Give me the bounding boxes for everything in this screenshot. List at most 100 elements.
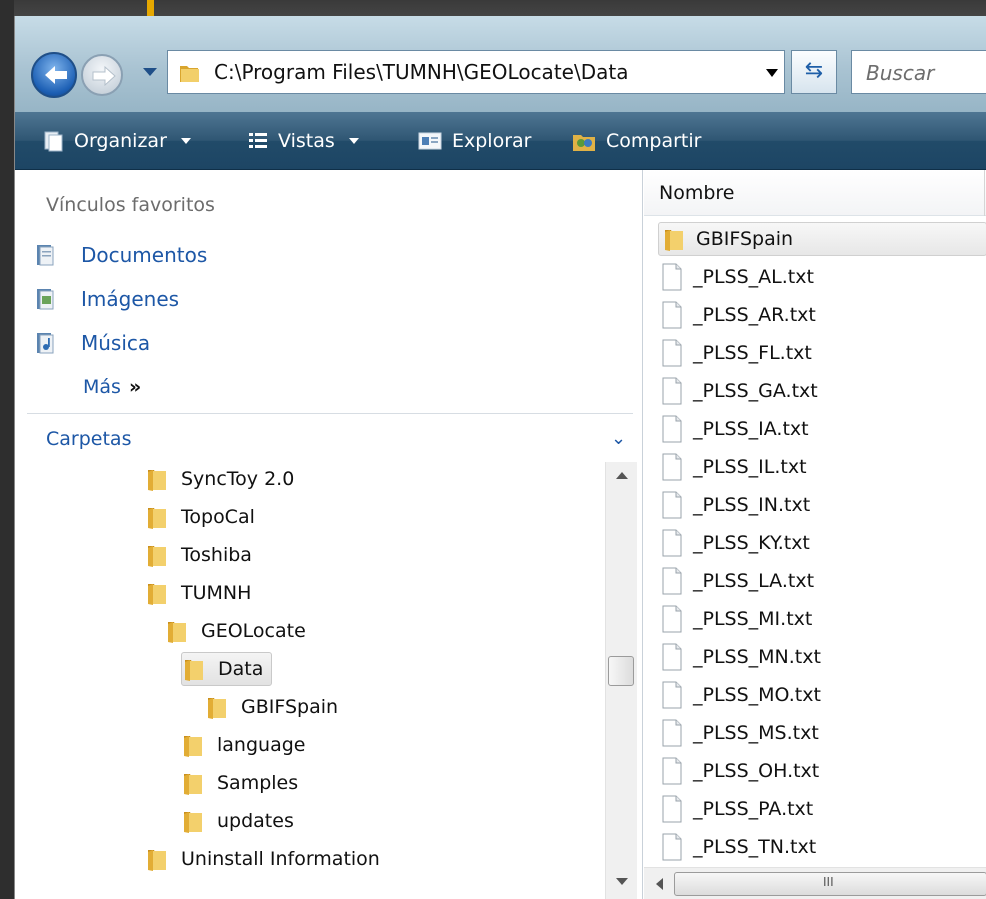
file-name: _PLSS_KY.txt [693,532,810,554]
explore-label: Explorar [452,130,532,152]
folder-row[interactable]: GBIFSpain [658,222,986,256]
address-dropdown-icon[interactable] [766,69,778,77]
documents-icon [37,245,54,266]
column-separator[interactable] [984,170,985,216]
file-row[interactable]: _PLSS_PA.txt [661,792,813,826]
file-row[interactable]: _PLSS_MN.txt [661,640,821,674]
tree-item[interactable]: Toshiba [145,538,252,572]
music-icon [37,333,54,354]
tree-item[interactable]: TopoCal [145,500,255,534]
file-row[interactable]: _PLSS_MI.txt [661,602,812,636]
favorite-music[interactable]: Música [35,328,150,358]
explore-icon [418,132,442,150]
explorer-window: C:\Program Files\TUMNH\GEOLocate\Data ⇆ … [14,16,986,899]
tree-item-label: language [217,734,306,756]
folder-icon [185,660,203,681]
history-dropdown-icon[interactable] [143,68,157,76]
text-file-icon [662,719,682,747]
file-row[interactable]: _PLSS_AL.txt [661,260,814,294]
back-button[interactable] [31,52,77,98]
forward-button[interactable] [81,54,123,96]
file-row[interactable]: _PLSS_TN.txt [661,830,816,864]
column-header-name[interactable]: Nombre [659,182,735,204]
address-field[interactable]: C:\Program Files\TUMNH\GEOLocate\Data [167,50,785,94]
file-row[interactable]: _PLSS_IN.txt [661,488,810,522]
scroll-up-icon[interactable] [616,472,628,479]
tree-item-label: TUMNH [181,582,252,604]
scroll-left-icon[interactable] [656,878,663,890]
refresh-icon: ⇆ [804,58,824,83]
favorite-label: Música [81,331,151,355]
folder-icon [184,812,202,833]
text-file-icon [662,833,682,861]
more-links-button[interactable]: Más » [83,376,141,398]
address-path[interactable]: C:\Program Files\TUMNH\GEOLocate\Data [214,60,628,84]
text-file-icon [662,415,682,443]
file-name: _PLSS_AL.txt [693,266,814,288]
tree-item[interactable]: Data [181,652,273,686]
tree-item[interactable]: GBIFSpain [205,690,338,724]
tree-item[interactable]: updates [181,804,294,838]
text-file-icon [662,453,682,481]
navigation-pane: Vínculos favoritos Documentos Imágenes M… [15,170,643,899]
favorite-pictures[interactable]: Imágenes [35,284,179,314]
favorite-links-header: Vínculos favoritos [46,194,215,216]
vertical-scrollbar[interactable] [605,462,637,899]
text-file-icon [662,757,682,785]
pictures-icon [37,289,54,310]
taskbar-accent [147,0,154,16]
text-file-icon [662,263,682,291]
horizontal-scrollbar[interactable]: III [644,867,986,899]
tree-item[interactable]: SyncToy 2.0 [145,462,294,496]
file-row[interactable]: _PLSS_IL.txt [661,450,807,484]
tree-item[interactable]: TUMNH [145,576,251,610]
text-file-icon [662,643,682,671]
file-row[interactable]: _PLSS_KY.txt [661,526,810,560]
scroll-thumb[interactable]: III [674,872,986,896]
file-name: _PLSS_LA.txt [693,570,815,592]
text-file-icon [662,377,682,405]
chevron-down-icon[interactable]: ⌄ [611,428,626,449]
file-name: _PLSS_OH.txt [693,760,820,782]
tree-item-label: GBIFSpain [241,696,339,718]
text-file-icon [662,795,682,823]
tree-item-label: Samples [217,772,299,794]
tree-item[interactable]: Uninstall Information [145,842,380,876]
folder-icon [148,584,166,605]
organize-label: Organizar [74,130,167,152]
forward-arrow-icon [92,65,116,87]
grip-icon: III [823,875,834,889]
refresh-button[interactable]: ⇆ [791,50,837,94]
file-name: _PLSS_IN.txt [693,494,811,516]
chevron-down-icon [180,138,191,144]
file-row[interactable]: _PLSS_LA.txt [661,564,814,598]
file-row[interactable]: _PLSS_MS.txt [661,716,819,750]
folder-icon [665,230,683,251]
window-left-edge [0,0,14,899]
file-row[interactable]: _PLSS_GA.txt [661,374,818,408]
text-file-icon [662,339,682,367]
file-row[interactable]: _PLSS_OH.txt [661,754,819,788]
file-name: _PLSS_AR.txt [693,304,816,326]
file-row[interactable]: _PLSS_AR.txt [661,298,816,332]
file-row[interactable]: _PLSS_FL.txt [661,336,812,370]
folder-icon [148,470,166,491]
tree-item[interactable]: language [181,728,305,762]
favorite-documents[interactable]: Documentos [35,240,207,270]
tree-item-label: updates [217,810,294,832]
search-input[interactable]: Buscar [851,50,986,94]
file-name: _PLSS_FL.txt [693,342,812,364]
tree-item[interactable]: GEOLocate [165,614,306,648]
scroll-thumb[interactable] [608,656,634,686]
folder-tree: SyncToy 2.0 TopoCal Toshiba TUMNH GEOLocate D… [15,462,643,899]
views-button[interactable]: Vistas [247,126,359,156]
share-button[interactable]: Compartir [571,126,701,156]
file-row[interactable]: _PLSS_IA.txt [661,412,809,446]
file-row[interactable]: _PLSS_MO.txt [661,678,821,712]
organize-button[interactable]: Organizar [41,126,191,156]
tree-item[interactable]: Samples [181,766,298,800]
scroll-down-icon[interactable] [616,878,628,885]
explore-button[interactable]: Explorar [417,126,531,156]
text-file-icon [662,529,682,557]
folders-header[interactable]: Carpetas [46,428,131,450]
